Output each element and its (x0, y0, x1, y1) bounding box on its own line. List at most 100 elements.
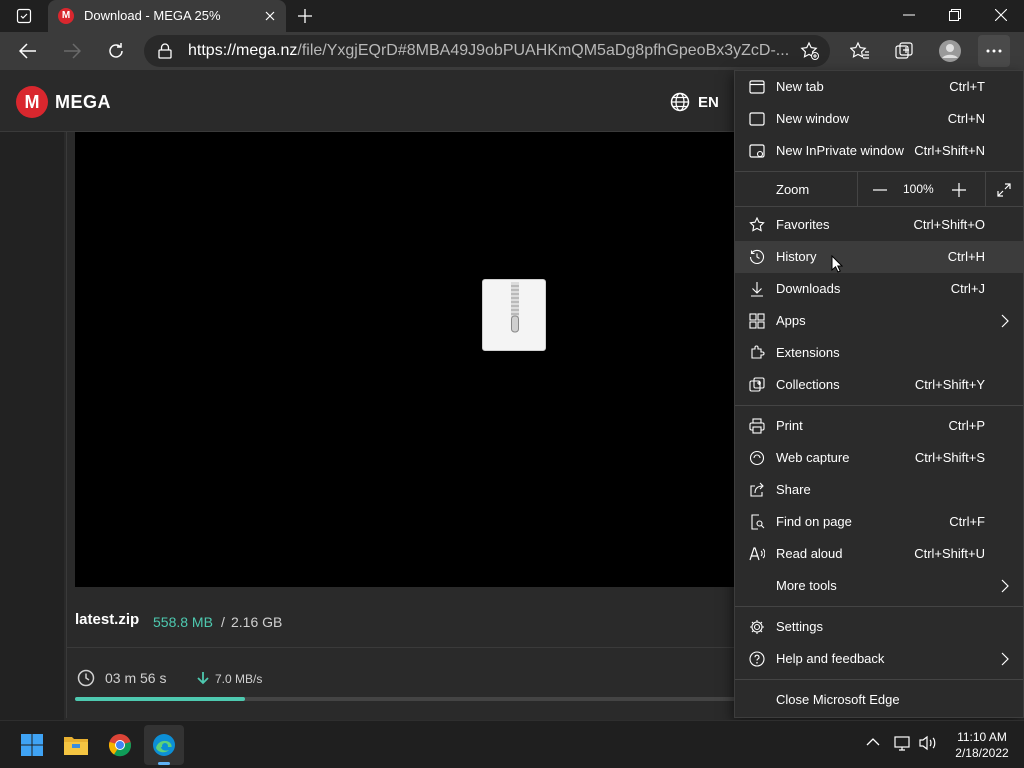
menu-extensions[interactable]: Extensions (735, 337, 1023, 369)
chevron-right-icon (1001, 579, 1009, 593)
browser-tab-active[interactable]: M Download - MEGA 25% (48, 0, 286, 32)
menu-shortcut: Ctrl+Shift+O (913, 217, 985, 232)
download-speed: 7.0 MB/s (215, 672, 263, 686)
settings-and-more-icon[interactable] (978, 35, 1010, 67)
menu-label: Zoom (776, 182, 810, 197)
menu-label: History (776, 249, 817, 264)
mega-brand-name[interactable]: MEGA (55, 92, 111, 113)
edge-icon[interactable] (144, 725, 184, 765)
file-explorer-folder-icon[interactable] (56, 725, 96, 765)
tab-title: Download - MEGA 25% (84, 8, 221, 23)
system-clock[interactable]: 11:10 AM 2/18/2022 (944, 729, 1020, 761)
menu-web-capture[interactable]: Web capture Ctrl+Shift+S (735, 442, 1023, 474)
windows-start-icon[interactable] (12, 725, 52, 765)
history-clock-icon (747, 247, 767, 267)
fullscreen-expand-icon[interactable] (992, 180, 1016, 200)
menu-label: Web capture (776, 450, 850, 465)
menu-label: Help and feedback (776, 651, 885, 666)
collections-icon[interactable] (888, 35, 920, 67)
language-selector[interactable]: EN (670, 92, 719, 112)
printer-icon (747, 416, 767, 436)
zip-file-icon (482, 279, 546, 351)
tray-chevron-up-icon[interactable] (866, 737, 880, 747)
zoom-out-minus-icon[interactable] (868, 180, 892, 200)
menu-label: Apps (776, 313, 806, 328)
menu-shortcut: Ctrl+N (947, 111, 985, 126)
mega-favicon-icon: M (58, 8, 74, 24)
download-progress-fill (75, 697, 245, 701)
zoom-in-plus-icon[interactable] (947, 180, 971, 200)
back-arrow-icon[interactable] (12, 35, 44, 67)
menu-shortcut: Ctrl+Shift+Y (914, 377, 985, 392)
favorites-star-icon[interactable] (844, 35, 876, 67)
download-progress-bar (75, 697, 755, 701)
forward-arrow-icon[interactable] (56, 35, 88, 67)
time-remaining: 03 m 56 s (105, 670, 167, 686)
menu-apps[interactable]: Apps (735, 305, 1023, 337)
menu-new-window[interactable]: New window Ctrl+N (735, 103, 1023, 135)
add-favorite-star-icon[interactable] (800, 41, 820, 61)
settings-gear-icon (747, 617, 767, 637)
menu-label: Collections (776, 377, 840, 392)
menu-shortcut: Ctrl+Shift+S (914, 450, 985, 465)
address-bar[interactable]: https://mega.nz/file/YxgjEQrD#8MBA49J9ob… (144, 35, 830, 67)
menu-collections[interactable]: Collections Ctrl+Shift+Y (735, 369, 1023, 401)
menu-shortcut: Ctrl+J (950, 281, 985, 296)
menu-favorites[interactable]: Favorites Ctrl+Shift+O (735, 209, 1023, 241)
new-tab-plus-icon[interactable] (292, 4, 318, 28)
menu-shortcut: Ctrl+Shift+N (914, 143, 985, 158)
menu-label: New InPrivate window (776, 143, 904, 158)
close-window-button[interactable] (978, 0, 1024, 30)
help-question-icon (747, 649, 767, 669)
menu-read-aloud[interactable]: Read aloud Ctrl+Shift+U (735, 538, 1023, 570)
chevron-right-icon (1001, 314, 1009, 328)
download-card: latest.zip 558.8 MB / 2.16 GB 03 m 56 s … (66, 132, 767, 718)
network-icon[interactable] (894, 735, 912, 751)
menu-print[interactable]: Print Ctrl+P (735, 410, 1023, 442)
new-window-icon (747, 109, 767, 129)
file-name: latest.zip (75, 611, 140, 628)
clock-date: 2/18/2022 (955, 746, 1009, 760)
url-text[interactable]: https://mega.nz/file/YxgjEQrD#8MBA49J9ob… (188, 42, 788, 60)
menu-separator (735, 606, 1023, 607)
menu-share[interactable]: Share (735, 474, 1023, 506)
volume-speaker-icon[interactable] (918, 735, 938, 751)
file-preview (75, 132, 765, 587)
total-size: 2.16 GB (231, 614, 283, 630)
menu-separator (735, 206, 1023, 207)
menu-close-edge[interactable]: Close Microsoft Edge (735, 684, 1023, 716)
menu-separator (735, 405, 1023, 406)
menu-new-inprivate-window[interactable]: New InPrivate window Ctrl+Shift+N (735, 135, 1023, 167)
menu-find-on-page[interactable]: Find on page Ctrl+F (735, 506, 1023, 538)
mega-logo-icon[interactable]: M (16, 86, 48, 118)
clock-time: 11:10 AM (957, 730, 1007, 744)
clock-icon (77, 669, 95, 687)
menu-help-and-feedback[interactable]: Help and feedback (735, 643, 1023, 675)
language-code: EN (698, 93, 719, 111)
menu-shortcut: Ctrl+Shift+U (914, 546, 985, 561)
chrome-icon[interactable] (100, 725, 140, 765)
menu-downloads[interactable]: Downloads Ctrl+J (735, 273, 1023, 305)
downloads-arrow-icon (747, 279, 767, 299)
menu-history[interactable]: History Ctrl+H (735, 241, 1023, 273)
refresh-icon[interactable] (100, 35, 132, 67)
minimize-button[interactable] (886, 0, 932, 30)
menu-settings[interactable]: Settings (735, 611, 1023, 643)
menu-more-tools[interactable]: More tools (735, 570, 1023, 602)
menu-label: Read aloud (776, 546, 843, 561)
lock-icon[interactable] (158, 43, 172, 59)
tab-close-icon[interactable] (260, 6, 280, 26)
profile-avatar-icon[interactable] (934, 35, 966, 67)
edge-settings-menu: New tab Ctrl+T New window Ctrl+N New InP… (734, 70, 1024, 718)
active-app-indicator (158, 762, 170, 765)
web-capture-icon (747, 448, 767, 468)
share-icon (747, 480, 767, 500)
menu-shortcut: Ctrl+P (948, 418, 985, 433)
menu-label: Print (776, 418, 803, 433)
apps-grid-icon (747, 311, 767, 331)
restore-button[interactable] (932, 0, 978, 30)
menu-new-tab[interactable]: New tab Ctrl+T (735, 71, 1023, 103)
left-panel (0, 132, 64, 720)
tab-actions-icon[interactable] (8, 4, 40, 28)
favorites-star-icon (747, 215, 767, 235)
